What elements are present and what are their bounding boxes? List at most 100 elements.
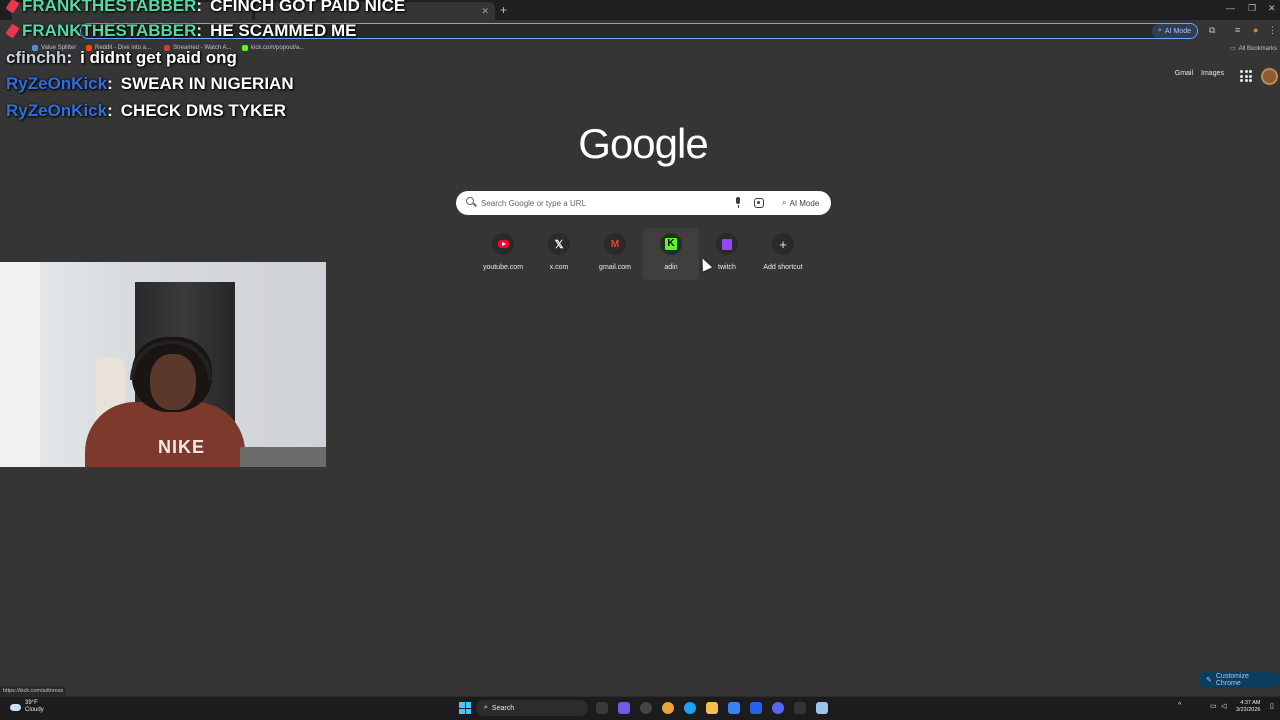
twitch-icon: [722, 238, 732, 250]
ai-mode-label: AI Mode: [789, 198, 820, 208]
shortcuts-grid: youtube.com 𝕏 x.com M gmail.com K adin t…: [475, 228, 811, 280]
webcam-overlay: NIKE: [0, 262, 326, 467]
shortcut-label: gmail.com: [599, 264, 631, 271]
new-tab-button[interactable]: +: [500, 3, 507, 17]
shortcut-x[interactable]: 𝕏 x.com: [531, 228, 587, 280]
kick-icon: K: [665, 238, 677, 250]
shortcut-youtube[interactable]: youtube.com: [475, 228, 531, 280]
chat-separator: :: [66, 48, 73, 67]
app-icon[interactable]: [728, 702, 740, 714]
chat-message: RyZeOnKick: SWEAR IN NIGERIAN: [6, 71, 294, 98]
system-clock[interactable]: 4:37 AM 3/23/2026: [1236, 700, 1260, 714]
gmail-link[interactable]: Gmail: [1175, 70, 1193, 77]
pencil-icon: ✎: [1206, 677, 1212, 684]
ai-mode-button[interactable]: ⌕ AI Mode: [776, 195, 825, 211]
search-icon: ⌕: [484, 704, 488, 711]
cloud-icon: [10, 703, 21, 711]
search-icon: [466, 197, 474, 205]
settings-icon[interactable]: [640, 702, 652, 714]
chat-text: HE SCAMMED ME: [210, 21, 357, 40]
chat-separator: :: [107, 101, 113, 120]
weather-desc: Cloudy: [25, 707, 44, 713]
discord-icon[interactable]: [772, 702, 784, 714]
google-lens-icon[interactable]: [754, 198, 764, 208]
images-link[interactable]: Images: [1201, 70, 1224, 77]
shortcut-gmail[interactable]: M gmail.com: [587, 228, 643, 280]
customize-chrome-button[interactable]: ✎ Customize Chrome: [1198, 672, 1280, 688]
chat-text: SWEAR IN NIGERIAN: [120, 74, 294, 93]
x-icon: 𝕏: [554, 238, 564, 251]
chat-separator: :: [107, 74, 113, 93]
chat-text: i didnt get paid ong: [80, 48, 237, 67]
google-top-links: Gmail Images: [1175, 70, 1224, 77]
edge-icon[interactable]: [684, 702, 696, 714]
terminal-icon[interactable]: [794, 702, 806, 714]
gmail-icon: M: [610, 238, 620, 250]
close-window-icon[interactable]: ✕: [1268, 3, 1276, 14]
desk: [240, 447, 326, 467]
google-logo: Google: [578, 120, 708, 167]
microphone-icon[interactable]: [735, 197, 741, 208]
shortcut-twitch[interactable]: twitch: [699, 228, 755, 280]
profile-icon[interactable]: ●: [1253, 25, 1258, 35]
google-apps-icon[interactable]: [1240, 70, 1252, 82]
network-icon[interactable]: ▭: [1210, 702, 1217, 710]
taskbar-search-label: Search: [491, 704, 515, 712]
omnibox-ai-mode-button[interactable]: ⌕ AI Mode: [1152, 24, 1197, 38]
all-bookmarks-label: All Bookmarks: [1238, 45, 1278, 52]
badge-icon: [6, 0, 20, 13]
app-icon[interactable]: [816, 702, 828, 714]
extensions-icon[interactable]: ⧉: [1209, 25, 1215, 36]
chevron-up-icon[interactable]: ^: [1178, 702, 1181, 709]
restore-icon[interactable]: ❐: [1248, 3, 1256, 14]
shortcut-adin[interactable]: K adin: [643, 228, 699, 280]
chat-separator: :: [196, 21, 203, 40]
customize-label: Customize Chrome: [1215, 673, 1249, 687]
volume-icon[interactable]: ◁: [1221, 702, 1226, 710]
copilot-icon[interactable]: [618, 702, 630, 714]
search-sparkle-icon: ⌕: [782, 198, 787, 207]
all-bookmarks[interactable]: ▭ All Bookmarks: [1230, 45, 1278, 53]
app-icon[interactable]: [750, 702, 762, 714]
chat-username: RyZeOnKick: [6, 74, 108, 93]
chat-username: FRANKTHESTABBER: [22, 0, 197, 15]
file-explorer-icon[interactable]: [706, 702, 718, 714]
close-icon[interactable]: ✕: [481, 6, 489, 17]
tab-search-icon[interactable]: ≡: [1235, 25, 1240, 35]
chat-message: FRANKTHESTABBER: CFINCH GOT PAID NICE: [6, 0, 405, 20]
wall-shelf: [0, 262, 40, 467]
clock-date: 3/23/2026: [1236, 707, 1261, 713]
windows-start-icon[interactable]: [459, 702, 471, 714]
clock-time: 4:37 AM: [1240, 700, 1261, 706]
search-box[interactable]: ⌕ AI Mode: [456, 191, 831, 215]
menu-icon[interactable]: ⋮: [1268, 25, 1277, 36]
folder-icon: ▭: [1230, 46, 1236, 52]
minimize-icon[interactable]: —: [1226, 3, 1235, 13]
youtube-icon: [497, 240, 509, 248]
add-shortcut-button[interactable]: + Add shortcut: [755, 228, 811, 280]
shirt-logo: NIKE: [158, 437, 206, 457]
search-input[interactable]: [481, 196, 731, 210]
chat-text: CHECK DMS TYKER: [120, 101, 287, 120]
chat-message: FRANKTHESTABBER: HE SCAMMED ME: [6, 18, 356, 45]
avatar[interactable]: [1261, 68, 1278, 85]
ai-mode-label: AI Mode: [1164, 27, 1191, 35]
chat-text: CFINCH GOT PAID NICE: [210, 0, 406, 15]
shortcut-label: youtube.com: [482, 264, 524, 271]
search-sparkle-icon: ⌕: [1158, 27, 1162, 34]
task-view-icon[interactable]: [596, 702, 608, 714]
shortcut-label: adin: [664, 264, 678, 271]
status-url: https://kick.com/adinross: [0, 686, 67, 696]
chat-username: cfinchh: [6, 48, 67, 67]
weather-temp: 39°F: [25, 700, 38, 706]
bookmark-label: kick.com/popout/a...: [251, 45, 305, 51]
plus-icon: +: [779, 236, 787, 252]
bookmark-item[interactable]: kick.com/popout/a...: [242, 45, 304, 51]
chrome-icon[interactable]: [662, 702, 674, 714]
notification-icon[interactable]: ▯: [1270, 702, 1274, 710]
chat-username: FRANKTHESTABBER: [22, 21, 197, 40]
taskbar-search[interactable]: ⌕ Search: [476, 700, 588, 716]
badge-icon: [6, 24, 20, 38]
weather-widget[interactable]: 39°F Cloudy: [10, 700, 44, 714]
chat-message: cfinchh: i didnt get paid ong: [6, 45, 237, 72]
